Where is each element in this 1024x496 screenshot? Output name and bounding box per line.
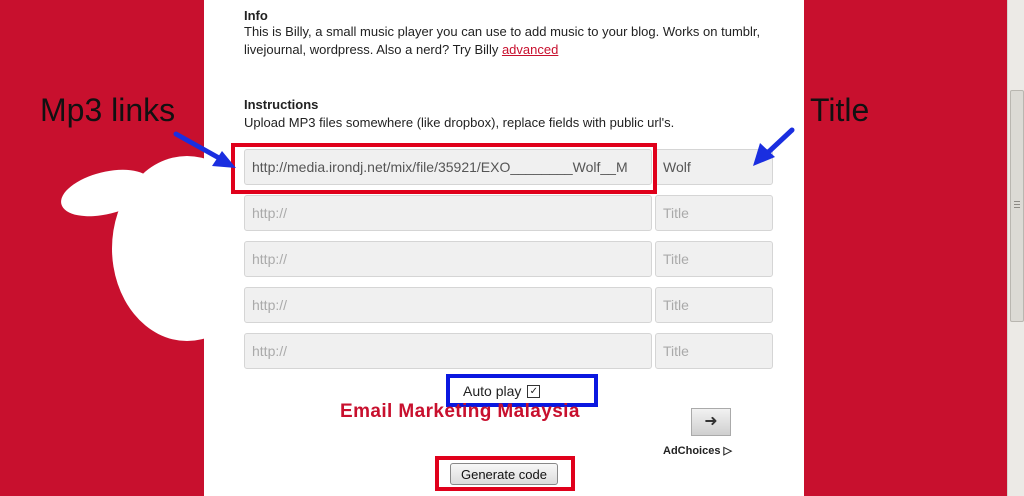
annotation-arrows [173,127,795,168]
vertical-scrollbar[interactable] [1007,0,1024,496]
arrow-to-url-icon [173,131,236,168]
scrollbar-thumb[interactable] [1010,90,1024,322]
arrow-to-title-icon [753,127,795,166]
